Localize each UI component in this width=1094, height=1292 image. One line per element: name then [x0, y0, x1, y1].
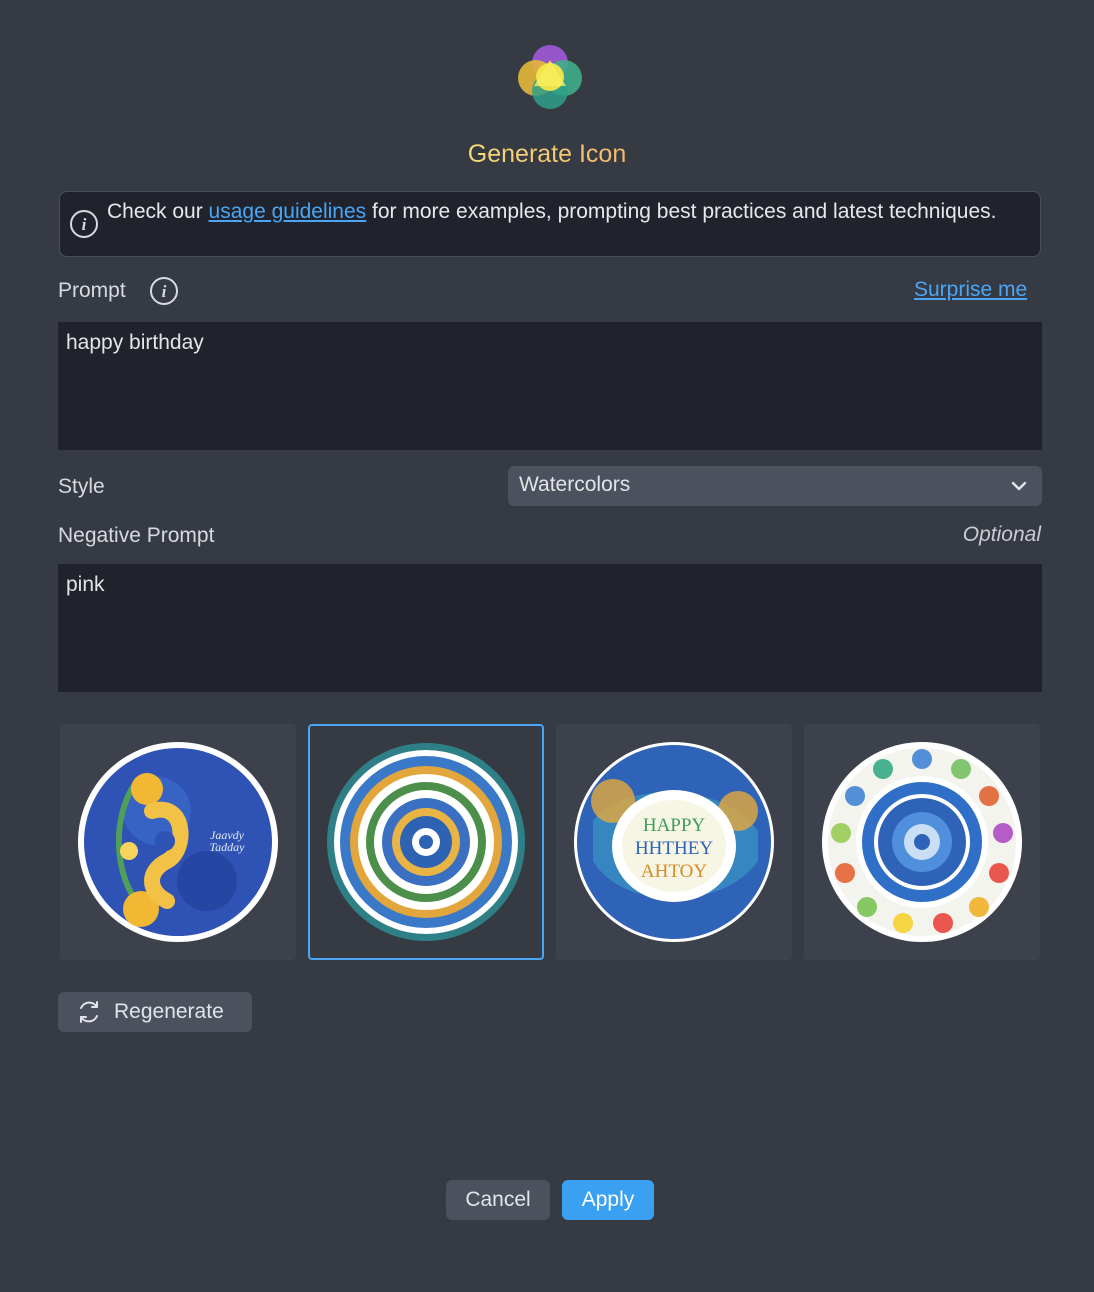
result-image-3: HAPPY HHTHEY AHTOY: [574, 742, 774, 942]
info-prefix: Check our: [107, 200, 209, 223]
result-tile-3[interactable]: HAPPY HHTHEY AHTOY: [556, 724, 792, 960]
regenerate-button[interactable]: Regenerate: [58, 992, 252, 1032]
info-icon: i: [70, 210, 98, 238]
style-select-value: Watercolors: [519, 473, 631, 496]
refresh-icon: [80, 1001, 98, 1023]
svg-text:AHTOY: AHTOY: [641, 861, 707, 882]
style-select[interactable]: Watercolors: [508, 466, 1042, 506]
regenerate-label: Regenerate: [114, 1000, 224, 1023]
svg-text:i: i: [82, 215, 87, 234]
svg-text:i: i: [162, 282, 167, 301]
svg-text:HHTHEY: HHTHEY: [635, 838, 713, 859]
cancel-button[interactable]: Cancel: [446, 1180, 550, 1220]
result-tile-2[interactable]: [308, 724, 544, 960]
result-image-4: [822, 742, 1022, 942]
info-banner-text: Check our usage guidelines for more exam…: [107, 199, 1020, 225]
svg-text:HAPPY: HAPPY: [643, 815, 706, 836]
result-image-1: Jaavdy Tadday: [78, 742, 278, 942]
usage-guidelines-link[interactable]: usage guidelines: [209, 200, 367, 223]
style-label: Style: [58, 475, 105, 498]
negative-prompt-label: Negative Prompt: [58, 524, 215, 547]
dialog-title: Generate Icon: [0, 140, 1094, 169]
prompt-info-icon[interactable]: i: [149, 276, 179, 306]
result-tile-1[interactable]: Jaavdy Tadday: [60, 724, 296, 960]
prompt-input[interactable]: happy birthday: [58, 322, 1042, 450]
svg-text:Tadday: Tadday: [210, 840, 246, 854]
result-image-2: [327, 743, 525, 941]
result-tile-4[interactable]: [804, 724, 1040, 960]
apply-button[interactable]: Apply: [562, 1180, 654, 1220]
info-suffix: for more examples, prompting best practi…: [366, 200, 997, 223]
surprise-me-link[interactable]: Surprise me: [914, 278, 1027, 302]
chevron-down-icon: [1011, 481, 1027, 491]
info-banner: i Check our usage guidelines for more ex…: [59, 191, 1041, 257]
negative-prompt-input[interactable]: pink: [58, 564, 1042, 692]
optional-label: Optional: [962, 523, 1041, 546]
prompt-label: Prompt: [58, 279, 126, 302]
ai-generate-logo-icon: [518, 45, 582, 109]
